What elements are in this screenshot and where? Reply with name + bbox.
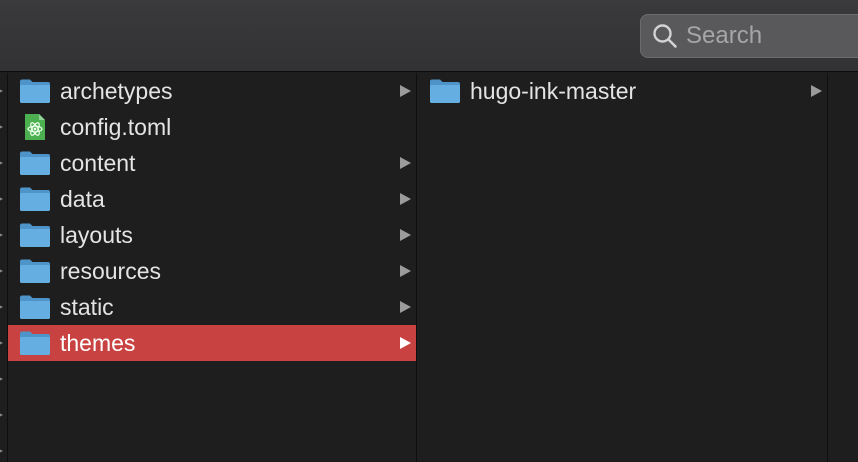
chevron-right-icon: [0, 88, 3, 94]
folder-icon: [19, 149, 51, 177]
chevron-right-icon: [400, 157, 411, 169]
chevron-right-icon: [811, 85, 822, 97]
folder-icon: [19, 257, 51, 285]
toolbar: [0, 0, 858, 72]
column-themes: hugo-ink-master: [418, 73, 828, 462]
list-item-hugo-ink-master[interactable]: hugo-ink-master: [418, 73, 827, 109]
atom-file-icon: [19, 113, 51, 141]
list-item-resources[interactable]: resources: [8, 253, 416, 289]
chevron-right-icon: [0, 412, 3, 418]
list-item-themes[interactable]: themes: [8, 325, 416, 361]
finder-window: archetypes config.toml content: [0, 0, 858, 462]
chevron-right-icon: [0, 376, 3, 382]
chevron-right-icon: [0, 448, 3, 454]
folder-icon: [19, 221, 51, 249]
previous-column[interactable]: [0, 73, 8, 462]
item-label: resources: [60, 257, 161, 284]
chevron-right-icon: [0, 232, 3, 238]
folder-icon: [429, 77, 461, 105]
item-label: content: [60, 149, 136, 176]
folder-icon: [19, 329, 51, 357]
chevron-right-icon: [400, 337, 411, 349]
chevron-right-icon: [400, 301, 411, 313]
chevron-right-icon: [0, 340, 3, 346]
folder-icon: [19, 293, 51, 321]
item-label: hugo-ink-master: [470, 77, 637, 104]
folder-icon: [19, 185, 51, 213]
search-input[interactable]: [686, 22, 856, 50]
item-label: data: [60, 185, 105, 212]
chevron-right-icon: [400, 229, 411, 241]
search-icon: [650, 21, 680, 51]
list-item-archetypes[interactable]: archetypes: [8, 73, 416, 109]
item-label: config.toml: [60, 113, 172, 140]
chevron-right-icon: [0, 124, 3, 130]
file-list: hugo-ink-master: [418, 73, 827, 109]
chevron-right-icon: [0, 160, 3, 166]
chevron-right-icon: [0, 304, 3, 310]
list-item-static[interactable]: static: [8, 289, 416, 325]
chevron-right-icon: [0, 196, 3, 202]
chevron-right-icon: [400, 85, 411, 97]
item-label: static: [60, 293, 114, 320]
list-item-data[interactable]: data: [8, 181, 416, 217]
column-main: archetypes config.toml content data layo…: [8, 73, 417, 462]
chevron-right-icon: [400, 193, 411, 205]
file-list: archetypes config.toml content data layo…: [8, 73, 416, 361]
list-item-config-toml[interactable]: config.toml: [8, 109, 416, 145]
item-label: layouts: [60, 221, 133, 248]
list-item-content[interactable]: content: [8, 145, 416, 181]
chevron-right-icon: [400, 265, 411, 277]
item-label: archetypes: [60, 77, 173, 104]
column-empty: [829, 73, 858, 462]
search-field[interactable]: [640, 14, 858, 58]
folder-icon: [19, 77, 51, 105]
column-browser: archetypes config.toml content data layo…: [0, 73, 858, 462]
item-label: themes: [60, 329, 136, 356]
list-item-layouts[interactable]: layouts: [8, 217, 416, 253]
chevron-right-icon: [0, 268, 3, 274]
